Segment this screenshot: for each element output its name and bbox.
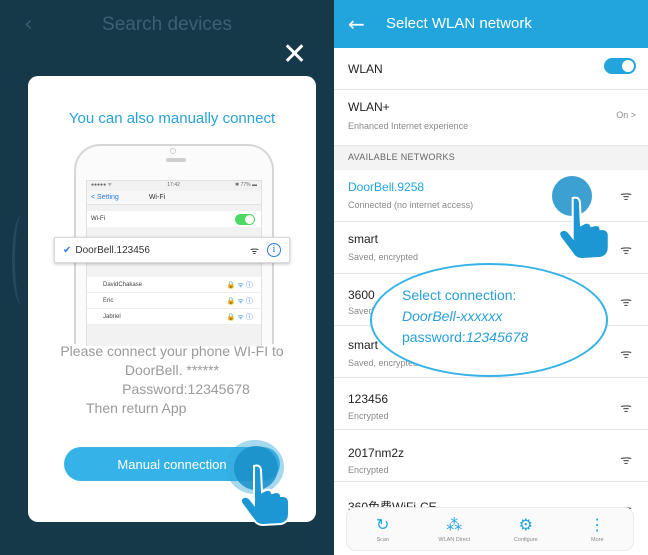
network-status: Saved, encrypted [348, 252, 419, 262]
left-title: Search devices [102, 14, 232, 35]
phone-nav-bar: < Setting Wi-Fi [87, 191, 261, 205]
callout-line-2: DoorBell-xxxxxx [402, 308, 503, 324]
network-name: Jabriel [103, 313, 121, 320]
wifi-lock-icon: ᯤ [620, 347, 632, 362]
configure-label: Configure [513, 537, 538, 543]
wlan-header-title: Select WLAN network [386, 15, 532, 32]
phone-status-left: ●●●●● ᯤ [91, 182, 113, 188]
phone-wifi-label: Wi-Fi [91, 216, 105, 222]
phone-status-bar: ●●●●● ᯤ 17:42 ✱ 77% ▬ [87, 181, 261, 191]
bottom-action-bar: ↻ Scan ⁂ WLAN Direct ⚙ Configure ⋮ More [346, 507, 634, 551]
list-item: Eric 🔒 ᯤ ⓘ [87, 293, 261, 309]
wlan-plus-label: WLAN+ [348, 100, 390, 114]
network-name: 2017nm2z [348, 446, 405, 460]
network-signal-icons: 🔒 ᯤ ⓘ [226, 296, 253, 305]
instruction-line-1: Please connect your phone WI-FI to [60, 343, 284, 359]
callout-line-3: password:12345678 [402, 327, 602, 348]
instruction-line-4: Then return App [86, 400, 187, 416]
callout-line-1: Select connection: [402, 287, 517, 303]
more-vertical-icon: ⋮ [589, 515, 606, 534]
phone-wifi-toggle [235, 214, 255, 225]
info-icon: i [267, 243, 281, 257]
close-icon[interactable]: ✕ [282, 40, 307, 70]
more-label: More [590, 537, 604, 543]
phone-wifi-row: Wi-Fi [87, 211, 261, 227]
wifi-signal-icon: ᯤ [249, 246, 259, 257]
selected-network-popup: ✔ DoorBell.123456 ᯤ i [54, 237, 290, 263]
wlan-plus-row[interactable]: WLAN+ Enhanced Internet experience [334, 90, 648, 146]
network-status: Encrypted [348, 465, 389, 475]
wlan-toggle-row[interactable]: WLAN [334, 48, 648, 90]
phone-nav-back: < Setting [91, 194, 119, 201]
wlan-direct-label: WLAN Direct [438, 537, 471, 543]
configure-gear-icon: ⚙ [518, 515, 533, 534]
available-networks-heading: AVAILABLE NETWORKS [348, 152, 456, 162]
list-item: DavidChakase 🔒 ᯤ ⓘ [87, 277, 261, 293]
refresh-icon: ↻ [376, 515, 390, 534]
callout-password-label: password: [402, 329, 466, 345]
network-name: DoorBell.9258 [348, 180, 425, 194]
network-name: 3600 [348, 288, 375, 302]
network-status: Encrypted [348, 411, 389, 421]
callout-text: Select connection: DoorBell-xxxxxx passw… [402, 285, 602, 348]
wlan-plus-subtitle: Enhanced Internet experience [348, 121, 469, 131]
checkmark-icon: ✔ [63, 244, 72, 256]
wlan-plus-value: On > [616, 110, 636, 120]
network-signal-icons: 🔒 ᯤ ⓘ [226, 280, 253, 289]
wlan-direct-icon: ⁂ [446, 515, 463, 534]
instruction-line-2: DoorBell. ****** [124, 362, 220, 378]
instruction-line-3: Password:12345678 [122, 381, 250, 397]
screenshot-root: ‹ Search devices ✕ You can also manually… [0, 0, 648, 555]
phone-status-time: 17:42 [167, 182, 180, 188]
wlan-label: WLAN [348, 62, 383, 76]
phone-network-list: DavidChakase 🔒 ᯤ ⓘ Eric 🔒 ᯤ ⓘ Jabriel 🔒 … [87, 277, 261, 325]
callout-password-value: 12345678 [465, 329, 529, 345]
configure-button[interactable]: ⚙ Configure [496, 515, 556, 543]
scan-button[interactable]: ↻ Scan [353, 515, 413, 543]
dialog-title: You can also manually connect [68, 110, 276, 127]
phone-camera [170, 148, 176, 154]
connect-instructions: Please connect your phone WI-FI to DoorB… [28, 342, 316, 418]
wlan-header: ← Select WLAN network [334, 0, 648, 48]
phone-status-right: ✱ 77% ▬ [235, 182, 257, 188]
phone-screen: ●●●●● ᯤ 17:42 ✱ 77% ▬ < Setting Wi-Fi Wi… [86, 180, 262, 346]
scan-label: Scan [376, 537, 390, 543]
pointing-hand-icon [239, 464, 290, 526]
network-status: Connected (no internet access) [348, 200, 474, 210]
network-name: DavidChakase [103, 281, 143, 288]
arrow-left-icon[interactable]: ← [348, 12, 365, 36]
network-signal-icons: 🔒 ᯤ ⓘ [226, 312, 253, 321]
list-item: Jabriel 🔒 ᯤ ⓘ [87, 309, 261, 325]
wlan-direct-button[interactable]: ⁂ WLAN Direct [424, 515, 484, 543]
phone-speaker [166, 158, 186, 162]
network-name: smart [348, 232, 378, 246]
wifi-lock-icon: ᯤ [620, 453, 632, 468]
phone-nav-title: Wi-Fi [148, 194, 166, 201]
wifi-signal-icon: ᯤ [620, 189, 632, 204]
wifi-lock-icon: ᯤ [620, 401, 632, 416]
more-button[interactable]: ⋮ More [567, 515, 627, 543]
wifi-lock-icon: ᯤ [620, 295, 632, 310]
wifi-lock-icon: ᯤ [620, 243, 632, 258]
pointing-hand-icon [558, 196, 610, 260]
network-row[interactable]: 123456 Encrypted ᯤ [334, 378, 648, 430]
network-name: 123456 [348, 392, 389, 406]
wlan-switch[interactable] [604, 58, 636, 74]
network-row[interactable]: 2017nm2z Encrypted ᯤ [334, 430, 648, 482]
search-devices-screen: ‹ Search devices ✕ You can also manually… [0, 0, 334, 555]
selected-network-name: DoorBell.123456 [75, 244, 150, 256]
network-name: smart [348, 338, 378, 352]
network-name: Eric [103, 297, 114, 304]
